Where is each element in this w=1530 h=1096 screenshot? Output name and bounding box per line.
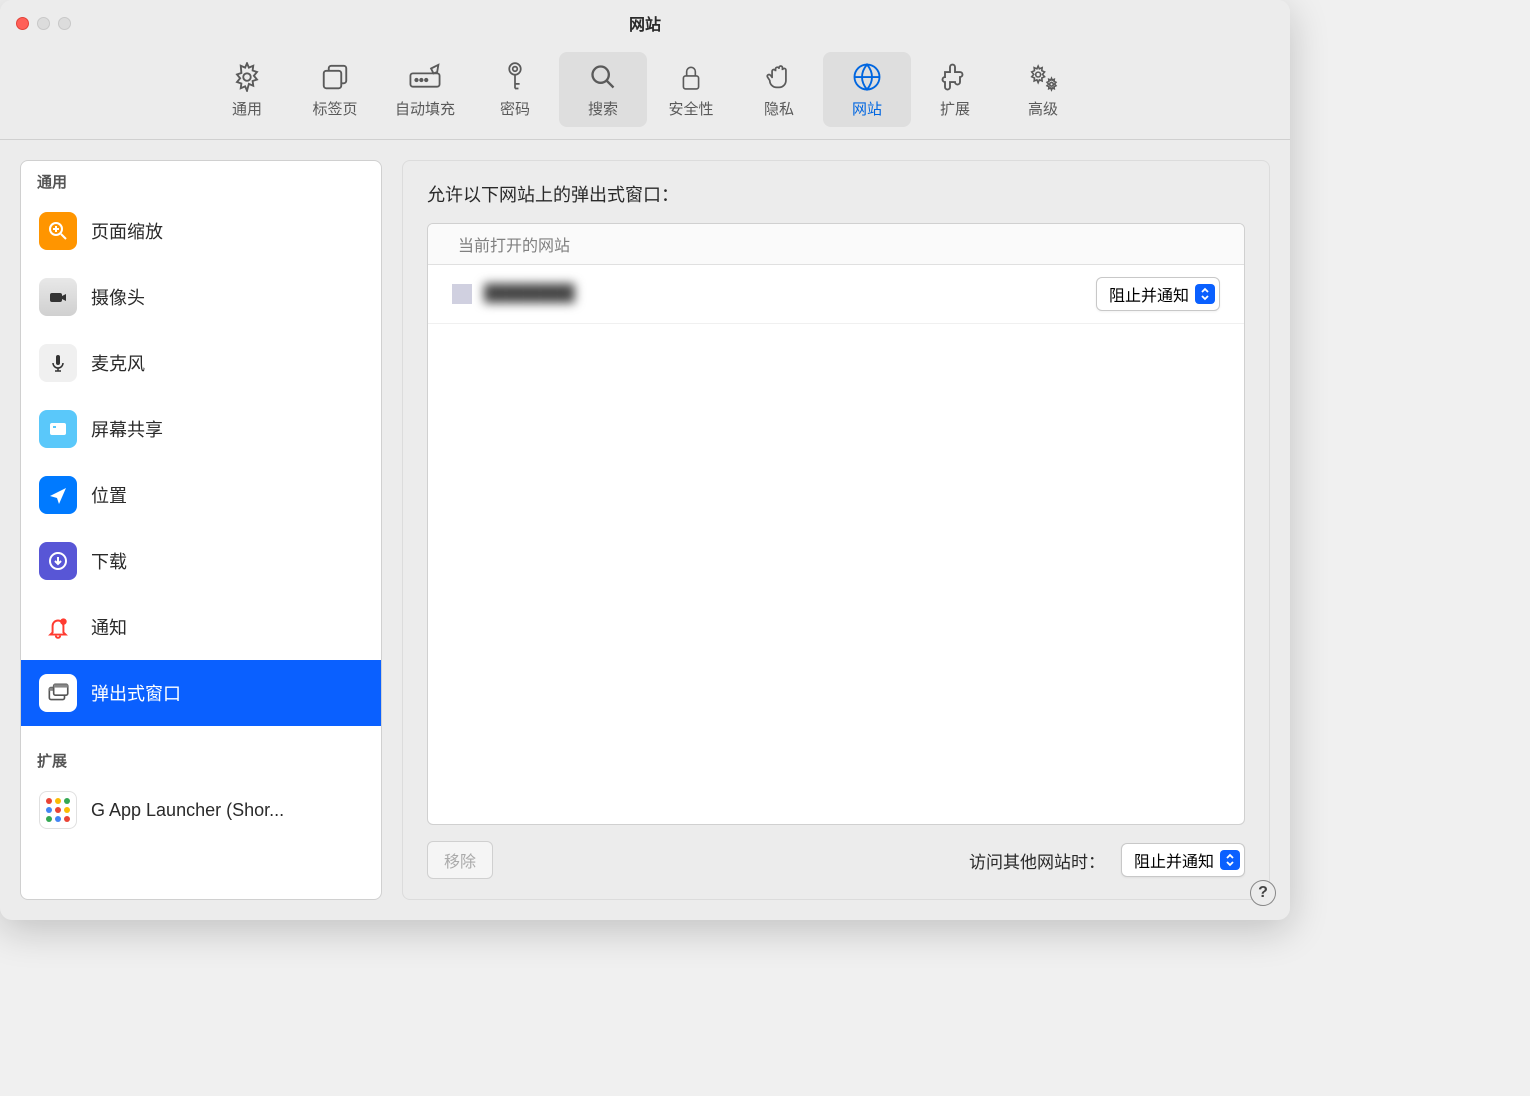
content-area: 通用 页面缩放 摄像头 麦克风 bbox=[0, 140, 1290, 920]
toolbar-privacy[interactable]: 隐私 bbox=[735, 52, 823, 127]
hand-icon bbox=[762, 60, 796, 94]
minimize-button[interactable] bbox=[37, 17, 50, 30]
maximize-button[interactable] bbox=[58, 17, 71, 30]
autofill-icon bbox=[408, 60, 442, 94]
sidebar-item-label: 弹出式窗口 bbox=[91, 680, 181, 706]
gears-icon bbox=[1026, 60, 1060, 94]
screen-share-icon bbox=[39, 410, 77, 448]
toolbar-autofill[interactable]: 自动填充 bbox=[379, 52, 471, 127]
sidebar-item-label: 摄像头 bbox=[91, 284, 145, 310]
app-launcher-icon bbox=[39, 791, 77, 829]
toolbar-websites[interactable]: 网站 bbox=[823, 52, 911, 127]
sidebar-item-downloads[interactable]: 下载 bbox=[21, 528, 381, 594]
tabs-icon bbox=[318, 60, 352, 94]
sidebar-item-microphone[interactable]: 麦克风 bbox=[21, 330, 381, 396]
sidebar-item-location[interactable]: 位置 bbox=[21, 462, 381, 528]
toolbar-label: 自动填充 bbox=[395, 98, 455, 119]
sidebar-item-page-zoom[interactable]: 页面缩放 bbox=[21, 198, 381, 264]
location-icon bbox=[39, 476, 77, 514]
table-header: 当前打开的网站 bbox=[428, 224, 1244, 265]
sidebar-section-extensions: 扩展 bbox=[21, 740, 381, 777]
download-icon bbox=[39, 542, 77, 580]
main-panel: 允许以下网站上的弹出式窗口： 当前打开的网站 ████████ 阻止并通知 移除 bbox=[402, 160, 1270, 900]
toolbar-label: 通用 bbox=[232, 98, 262, 119]
sidebar-item-label: G App Launcher (Shor... bbox=[91, 800, 284, 821]
toolbar-label: 密码 bbox=[500, 98, 530, 119]
toolbar-label: 高级 bbox=[1028, 98, 1058, 119]
toolbar-search[interactable]: 搜索 bbox=[559, 52, 647, 127]
other-sites-group: 访问其他网站时： 阻止并通知 bbox=[969, 843, 1245, 877]
dropdown-value: 阻止并通知 bbox=[1134, 848, 1214, 872]
sidebar: 通用 页面缩放 摄像头 麦克风 bbox=[20, 160, 382, 900]
updown-arrows-icon bbox=[1195, 284, 1215, 304]
sidebar-item-camera[interactable]: 摄像头 bbox=[21, 264, 381, 330]
window-title: 网站 bbox=[16, 11, 1274, 35]
zoom-icon bbox=[39, 212, 77, 250]
sidebar-item-label: 位置 bbox=[91, 482, 127, 508]
toolbar-label: 扩展 bbox=[940, 98, 970, 119]
toolbar-extensions[interactable]: 扩展 bbox=[911, 52, 999, 127]
site-name: ████████ bbox=[484, 285, 1084, 303]
preferences-window: 网站 通用 标签页 自动填充 密码 bbox=[0, 0, 1290, 920]
toolbar-security[interactable]: 安全性 bbox=[647, 52, 735, 127]
toolbar-label: 搜索 bbox=[588, 98, 618, 119]
sidebar-item-label: 下载 bbox=[91, 548, 127, 574]
site-favicon bbox=[452, 284, 472, 304]
sidebar-item-label: 页面缩放 bbox=[91, 218, 163, 244]
toolbar-general[interactable]: 通用 bbox=[203, 52, 291, 127]
toolbar-advanced[interactable]: 高级 bbox=[999, 52, 1087, 127]
puzzle-icon bbox=[938, 60, 972, 94]
sidebar-item-popup-windows[interactable]: 弹出式窗口 bbox=[21, 660, 381, 726]
toolbar-passwords[interactable]: 密码 bbox=[471, 52, 559, 127]
gear-icon bbox=[230, 60, 264, 94]
toolbar-label: 隐私 bbox=[764, 98, 794, 119]
mic-icon bbox=[39, 344, 77, 382]
sidebar-item-screen-sharing[interactable]: 屏幕共享 bbox=[21, 396, 381, 462]
dropdown-value: 阻止并通知 bbox=[1109, 282, 1189, 306]
bottom-row: 移除 访问其他网站时： 阻止并通知 bbox=[427, 841, 1245, 879]
close-button[interactable] bbox=[16, 17, 29, 30]
search-icon bbox=[586, 60, 620, 94]
sidebar-section-general: 通用 bbox=[21, 161, 381, 198]
sidebar-item-label: 麦克风 bbox=[91, 350, 145, 376]
sidebar-item-notifications[interactable]: 通知 bbox=[21, 594, 381, 660]
lock-icon bbox=[674, 60, 708, 94]
sidebar-item-g-app-launcher[interactable]: G App Launcher (Shor... bbox=[21, 777, 381, 843]
other-sites-dropdown[interactable]: 阻止并通知 bbox=[1121, 843, 1245, 877]
site-option-dropdown[interactable]: 阻止并通知 bbox=[1096, 277, 1220, 311]
main-heading: 允许以下网站上的弹出式窗口： bbox=[427, 181, 1245, 207]
sidebar-item-label: 通知 bbox=[91, 614, 127, 640]
help-button[interactable]: ? bbox=[1250, 880, 1276, 906]
table-row[interactable]: ████████ 阻止并通知 bbox=[428, 265, 1244, 324]
toolbar-tabs[interactable]: 标签页 bbox=[291, 52, 379, 127]
toolbar-label: 网站 bbox=[852, 98, 882, 119]
toolbar: 通用 标签页 自动填充 密码 搜索 bbox=[0, 46, 1290, 140]
websites-table: 当前打开的网站 ████████ 阻止并通知 bbox=[427, 223, 1245, 825]
key-icon bbox=[498, 60, 532, 94]
camera-icon bbox=[39, 278, 77, 316]
sidebar-item-label: 屏幕共享 bbox=[91, 416, 163, 442]
other-sites-label: 访问其他网站时： bbox=[969, 848, 1105, 873]
titlebar: 网站 bbox=[0, 0, 1290, 46]
globe-icon bbox=[850, 60, 884, 94]
remove-button[interactable]: 移除 bbox=[427, 841, 493, 879]
updown-arrows-icon bbox=[1220, 850, 1240, 870]
toolbar-label: 安全性 bbox=[668, 98, 713, 119]
notification-icon bbox=[39, 608, 77, 646]
toolbar-label: 标签页 bbox=[312, 98, 357, 119]
popup-window-icon bbox=[39, 674, 77, 712]
traffic-lights bbox=[16, 17, 71, 30]
